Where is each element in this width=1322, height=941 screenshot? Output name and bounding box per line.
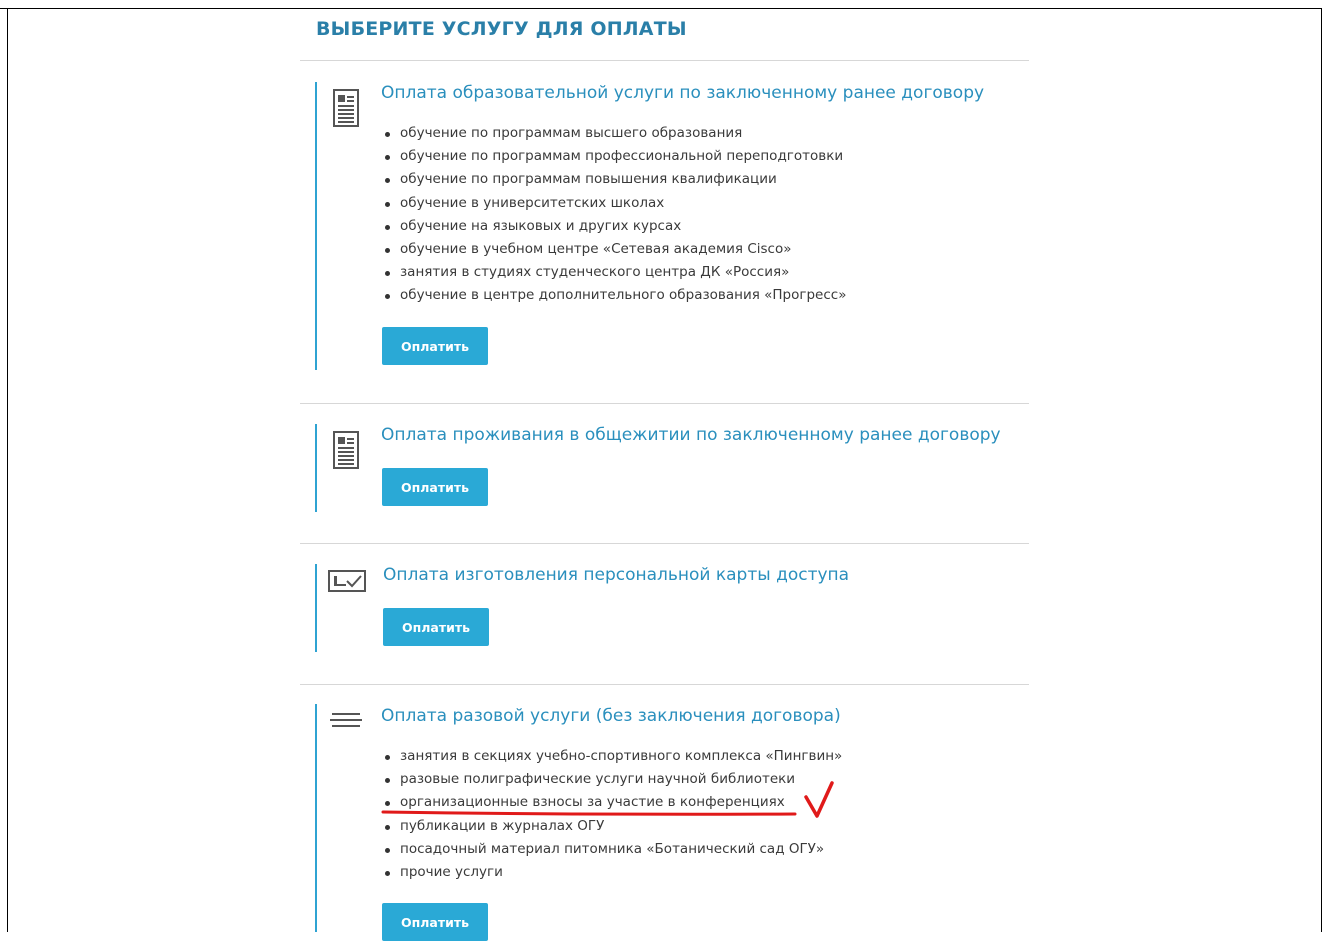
red-checkmark-icon	[804, 781, 834, 818]
annotation-overlay	[381, 781, 834, 818]
red-underline-annotation	[381, 810, 797, 816]
